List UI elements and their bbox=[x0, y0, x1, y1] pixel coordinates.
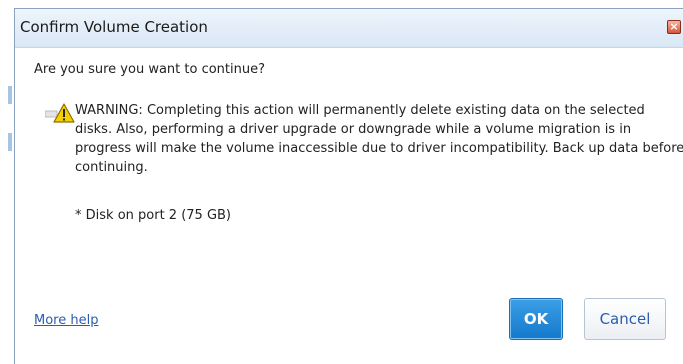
background-window-edge bbox=[0, 0, 14, 364]
warning-message: WARNING: Completing this action will per… bbox=[75, 103, 683, 175]
dialog-titlebar[interactable]: Confirm Volume Creation × bbox=[15, 9, 683, 48]
warning-triangle-icon bbox=[45, 103, 75, 123]
screen: Confirm Volume Creation × Are you sure y… bbox=[0, 0, 683, 364]
close-icon: × bbox=[669, 20, 679, 33]
background-divider bbox=[8, 133, 12, 151]
disk-list-item: * Disk on port 2 (75 GB) bbox=[75, 208, 232, 223]
confirm-dialog: Confirm Volume Creation × Are you sure y… bbox=[14, 8, 683, 364]
close-button[interactable]: × bbox=[667, 20, 681, 34]
more-help-link[interactable]: More help bbox=[34, 313, 98, 328]
ok-button[interactable]: OK bbox=[509, 298, 563, 340]
confirmation-question: Are you sure you want to continue? bbox=[34, 62, 265, 77]
cancel-button[interactable]: Cancel bbox=[584, 298, 666, 340]
dialog-title: Confirm Volume Creation bbox=[20, 18, 208, 36]
background-divider bbox=[8, 86, 12, 104]
